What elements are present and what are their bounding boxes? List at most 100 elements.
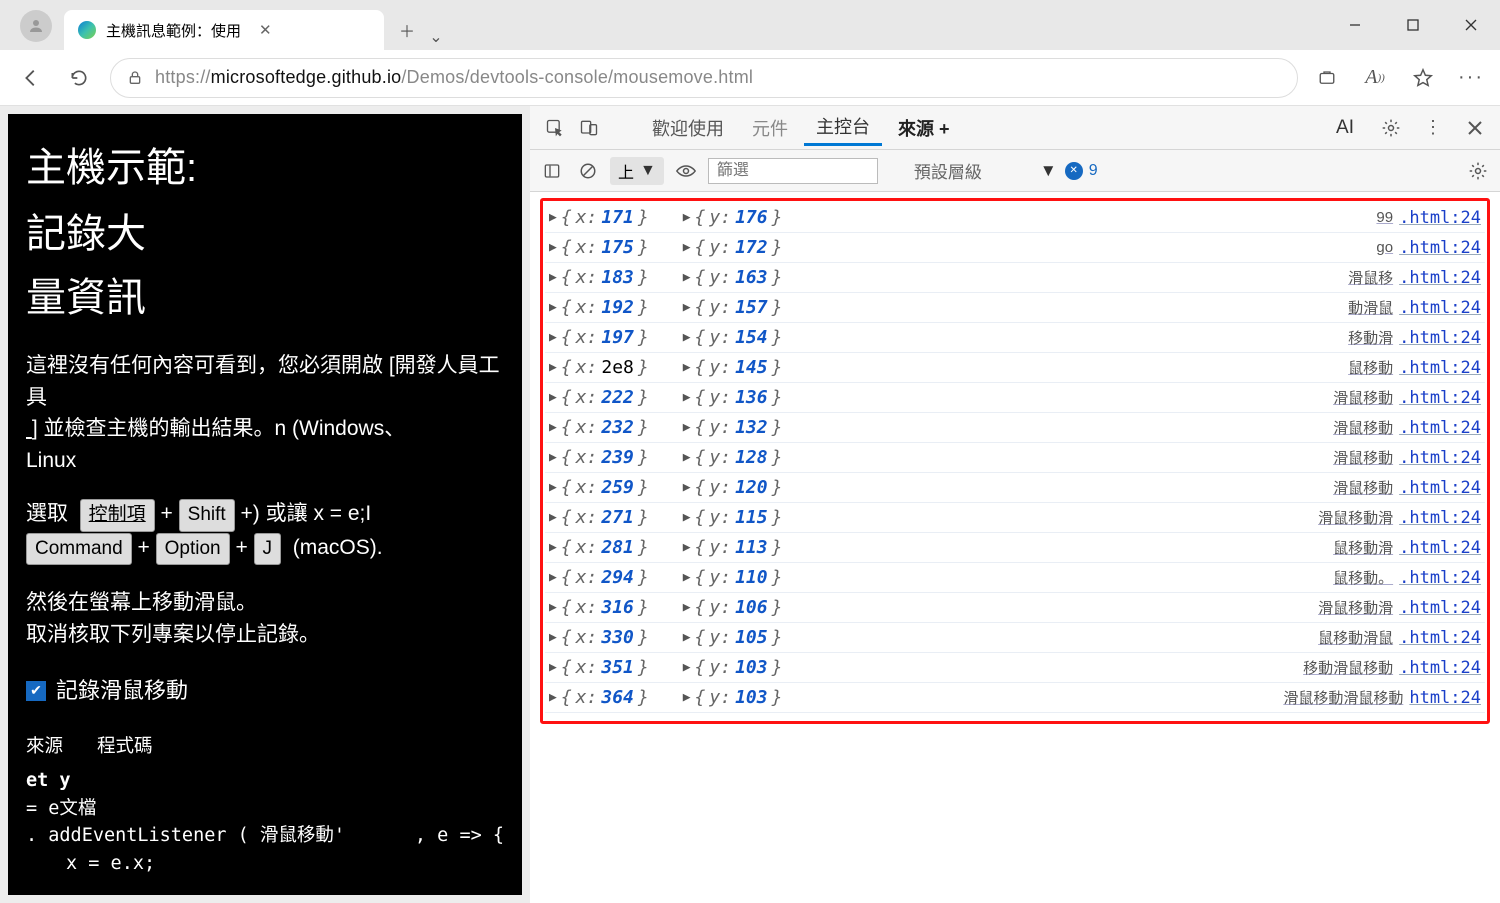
expand-icon[interactable]: ▶ — [549, 540, 557, 555]
log-object-x[interactable]: ▶{x: 259} — [549, 477, 649, 498]
source-link[interactable]: .html:24 — [1399, 568, 1481, 588]
console-log-row[interactable]: ▶{x: 316}▶{y: 106}滑鼠移動滑.html:24 — [545, 593, 1485, 623]
console-log-row[interactable]: ▶{x: 259}▶{y: 120}滑鼠移動.html:24 — [545, 473, 1485, 503]
log-object-x[interactable]: ▶{x: 239} — [549, 447, 649, 468]
live-expression-icon[interactable] — [672, 157, 700, 185]
console-log-row[interactable]: ▶{x: 192}▶{y: 157}動滑鼠.html:24 — [545, 293, 1485, 323]
log-object-y[interactable]: ▶{y: 136} — [683, 387, 783, 408]
source-link[interactable]: .html:24 — [1399, 328, 1481, 348]
expand-icon[interactable]: ▶ — [683, 480, 691, 495]
browser-tab[interactable]: 主機訊息範例：使用 ✕ — [64, 10, 384, 50]
source-link[interactable]: .html:24 — [1399, 628, 1481, 648]
log-object-x[interactable]: ▶{x: 222} — [549, 387, 649, 408]
console-log-row[interactable]: ▶{x: 2e8}▶{y: 145}鼠移動.html:24 — [545, 353, 1485, 383]
expand-icon[interactable]: ▶ — [683, 240, 691, 255]
log-object-y[interactable]: ▶{y: 105} — [683, 627, 783, 648]
source-link[interactable]: .html:24 — [1399, 538, 1481, 558]
expand-icon[interactable]: ▶ — [549, 390, 557, 405]
expand-icon[interactable]: ▶ — [549, 480, 557, 495]
log-object-y[interactable]: ▶{y: 103} — [683, 687, 783, 708]
expand-icon[interactable]: ▶ — [549, 570, 557, 585]
tab-ai[interactable]: AI — [1326, 115, 1364, 141]
source-link[interactable]: .html:24 — [1399, 418, 1481, 438]
source-link[interactable]: .html:24 — [1399, 268, 1481, 288]
tab-elements[interactable]: 元件 — [740, 111, 800, 145]
expand-icon[interactable]: ▶ — [549, 450, 557, 465]
tab-console[interactable]: 主控台 — [804, 109, 882, 146]
device-toggle-icon[interactable] — [574, 113, 604, 143]
expand-icon[interactable]: ▶ — [683, 360, 691, 375]
source-link[interactable]: html:24 — [1409, 688, 1481, 708]
log-object-y[interactable]: ▶{y: 132} — [683, 417, 783, 438]
source-link[interactable]: .html:24 — [1399, 238, 1481, 258]
log-object-y[interactable]: ▶{y: 115} — [683, 507, 783, 528]
message-count[interactable]: ✕ 9 — [1065, 162, 1098, 180]
source-link[interactable]: .html:24 — [1399, 478, 1481, 498]
close-devtools-icon[interactable] — [1460, 113, 1490, 143]
log-object-x[interactable]: ▶{x: 171} — [549, 207, 649, 228]
expand-icon[interactable]: ▶ — [683, 660, 691, 675]
console-log-row[interactable]: ▶{x: 171}▶{y: 176}99.html:24 — [545, 203, 1485, 233]
more-icon[interactable]: ··· — [1456, 63, 1486, 93]
log-object-y[interactable]: ▶{y: 110} — [683, 567, 783, 588]
clear-console-icon[interactable] — [574, 157, 602, 185]
refresh-button[interactable] — [62, 61, 96, 95]
back-button[interactable] — [14, 61, 48, 95]
source-link[interactable]: .html:24 — [1399, 658, 1481, 678]
expand-icon[interactable]: ▶ — [683, 270, 691, 285]
log-object-x[interactable]: ▶{x: 175} — [549, 237, 649, 258]
log-object-x[interactable]: ▶{x: 192} — [549, 297, 649, 318]
console-sidebar-toggle-icon[interactable] — [538, 157, 566, 185]
log-object-y[interactable]: ▶{y: 172} — [683, 237, 783, 258]
expand-icon[interactable]: ▶ — [683, 630, 691, 645]
console-log-row[interactable]: ▶{x: 294}▶{y: 110}鼠移動。.html:24 — [545, 563, 1485, 593]
console-log-row[interactable]: ▶{x: 330}▶{y: 105}鼠移動滑鼠.html:24 — [545, 623, 1485, 653]
log-object-x[interactable]: ▶{x: 197} — [549, 327, 649, 348]
expand-icon[interactable]: ▶ — [549, 420, 557, 435]
inspect-icon[interactable] — [540, 113, 570, 143]
checkbox-checked-icon[interactable]: ✔ — [26, 681, 46, 701]
log-object-y[interactable]: ▶{y: 120} — [683, 477, 783, 498]
expand-icon[interactable]: ▶ — [549, 600, 557, 615]
log-object-y[interactable]: ▶{y: 128} — [683, 447, 783, 468]
expand-icon[interactable]: ▶ — [683, 600, 691, 615]
console-log-row[interactable]: ▶{x: 281}▶{y: 113}鼠移動滑.html:24 — [545, 533, 1485, 563]
favorite-icon[interactable] — [1408, 63, 1438, 93]
log-object-x[interactable]: ▶{x: 330} — [549, 627, 649, 648]
kebab-icon[interactable]: ⋮ — [1418, 113, 1448, 143]
expand-icon[interactable]: ▶ — [683, 420, 691, 435]
log-object-y[interactable]: ▶{y: 103} — [683, 657, 783, 678]
level-dropdown[interactable]: 預設層級 ▼ — [914, 158, 1057, 183]
expand-icon[interactable]: ▶ — [683, 210, 691, 225]
close-window-button[interactable] — [1442, 0, 1500, 50]
console-log-row[interactable]: ▶{x: 239}▶{y: 128}滑鼠移動.html:24 — [545, 443, 1485, 473]
source-link[interactable]: .html:24 — [1399, 598, 1481, 618]
log-object-y[interactable]: ▶{y: 154} — [683, 327, 783, 348]
log-object-x[interactable]: ▶{x: 364} — [549, 687, 649, 708]
console-log-row[interactable]: ▶{x: 222}▶{y: 136}滑鼠移動.html:24 — [545, 383, 1485, 413]
expand-icon[interactable]: ▶ — [549, 690, 557, 705]
log-object-y[interactable]: ▶{y: 157} — [683, 297, 783, 318]
expand-icon[interactable]: ▶ — [683, 300, 691, 315]
console-log-row[interactable]: ▶{x: 183}▶{y: 163}滑鼠移.html:24 — [545, 263, 1485, 293]
expand-icon[interactable]: ▶ — [683, 330, 691, 345]
expand-icon[interactable]: ▶ — [549, 300, 557, 315]
log-object-y[interactable]: ▶{y: 106} — [683, 597, 783, 618]
expand-icon[interactable]: ▶ — [549, 360, 557, 375]
read-aloud-icon[interactable]: A)) — [1360, 63, 1390, 93]
log-object-x[interactable]: ▶{x: 316} — [549, 597, 649, 618]
expand-icon[interactable]: ▶ — [549, 510, 557, 525]
tab-sources[interactable]: 來源 + — [886, 111, 962, 145]
log-object-x[interactable]: ▶{x: 294} — [549, 567, 649, 588]
source-link[interactable]: .html:24 — [1399, 208, 1481, 228]
console-body[interactable]: ▶{x: 171}▶{y: 176}99.html:24▶{x: 175}▶{y… — [530, 192, 1500, 903]
filter-input[interactable] — [708, 158, 878, 184]
log-object-y[interactable]: ▶{y: 145} — [683, 357, 783, 378]
expand-icon[interactable]: ▶ — [683, 570, 691, 585]
expand-icon[interactable]: ▶ — [549, 660, 557, 675]
expand-icon[interactable]: ▶ — [683, 450, 691, 465]
expand-icon[interactable]: ▶ — [683, 540, 691, 555]
context-select[interactable]: 上 ▼ — [610, 157, 664, 185]
log-object-x[interactable]: ▶{x: 183} — [549, 267, 649, 288]
new-tab-button[interactable]: ＋ — [390, 13, 424, 47]
